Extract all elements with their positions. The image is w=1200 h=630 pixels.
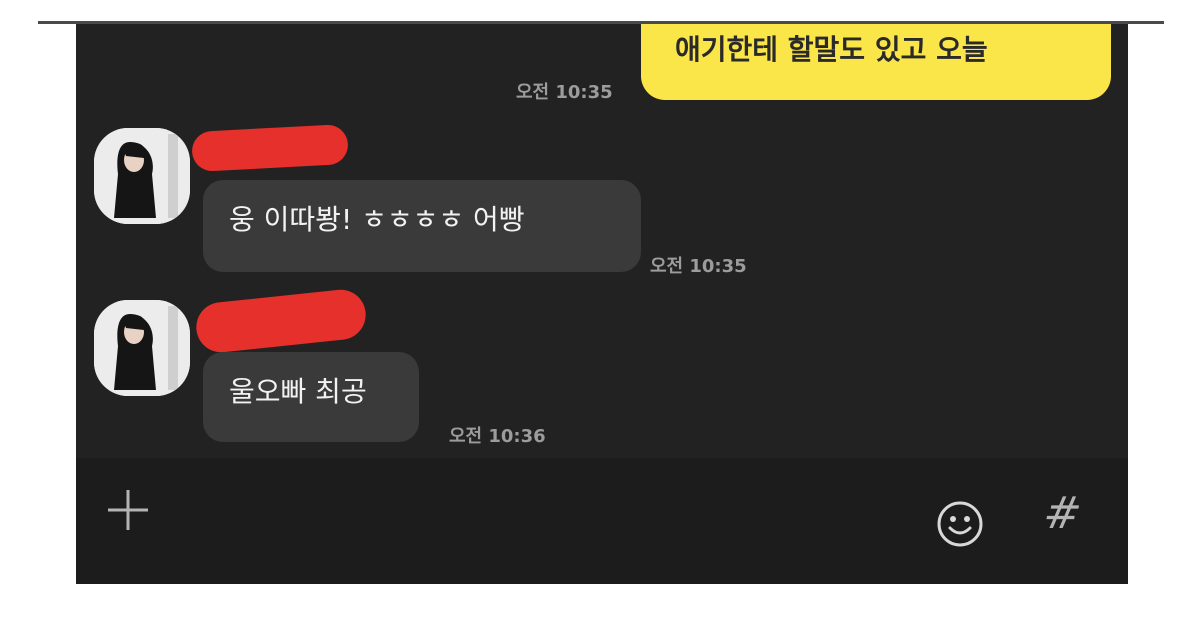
message-timestamp: 오전 10:35 [650,256,747,277]
plus-icon[interactable] [106,488,150,532]
message-list[interactable]: 애기한테 할말도 있고 오늘 오전 10:35 웅 이따봥! ㅎㅎㅎㅎ 어빵 오… [76,24,1128,458]
sender-avatar[interactable] [94,300,190,396]
redacted-sender-name [193,287,369,355]
avatar-photo [94,128,190,224]
redacted-sender-name [191,123,349,173]
chat-window: 애기한테 할말도 있고 오늘 오전 10:35 웅 이따봥! ㅎㅎㅎㅎ 어빵 오… [76,24,1128,584]
sender-avatar[interactable] [94,128,190,224]
received-message-bubble[interactable]: 웅 이따봥! ㅎㅎㅎㅎ 어빵 [203,180,641,272]
message-timestamp: 오전 10:36 [449,426,546,447]
emoticon-icon[interactable] [936,500,984,548]
hashtag-icon[interactable]: # [1040,488,1086,539]
avatar-photo [94,300,190,396]
message-composer: # [76,458,1128,584]
sent-message-bubble[interactable]: 애기한테 할말도 있고 오늘 [641,24,1111,100]
received-message-bubble[interactable]: 울오빠 최공 [203,352,419,442]
message-timestamp: 오전 10:35 [516,82,613,103]
